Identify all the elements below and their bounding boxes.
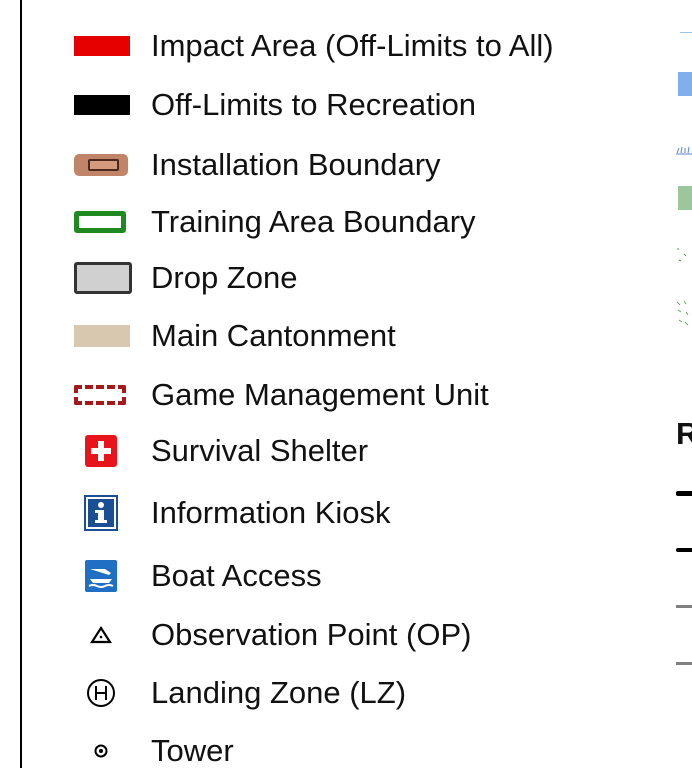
wetland-icon <box>676 142 692 155</box>
water-swatch <box>678 72 692 96</box>
forest-pattern-swatch <box>676 242 692 266</box>
legend-item-training-area-boundary: Training Area Boundary <box>74 197 476 247</box>
legend-item-game-management-unit: Game Management Unit <box>74 370 489 420</box>
legend-label: Main Cantonment <box>151 318 396 353</box>
green-outline-swatch <box>74 202 136 242</box>
dashed-red-outline-swatch <box>74 375 136 415</box>
trail-line-symbol <box>676 605 692 608</box>
legend-label: Information Kiosk <box>151 495 391 530</box>
red-fill-swatch <box>74 26 136 66</box>
scrub-pattern-swatch <box>674 298 692 328</box>
road-line-symbol <box>676 491 692 496</box>
legend-label: Game Management Unit <box>151 377 489 412</box>
legend-item-observation-point: Observation Point (OP) <box>74 610 471 660</box>
legend-label: Survival Shelter <box>151 433 369 468</box>
tower-icon <box>84 734 118 768</box>
vegetation-swatch <box>678 186 692 210</box>
water-line-symbol <box>680 32 692 33</box>
legend-item-installation-boundary: Installation Boundary <box>74 140 441 190</box>
installation-boundary-swatch <box>74 145 136 185</box>
legend-label: Boat Access <box>151 558 322 593</box>
legend-label: Off-Limits to Recreation <box>151 87 477 122</box>
legend-label: Installation Boundary <box>151 147 441 182</box>
gray-box-swatch <box>74 258 136 298</box>
trail-line-symbol <box>676 662 692 665</box>
legend-label: Tower <box>151 733 234 768</box>
legend-label: Training Area Boundary <box>151 204 476 239</box>
legend-item-tower: Tower <box>74 726 234 776</box>
road-line-symbol <box>676 548 692 552</box>
triangle-icon <box>84 618 118 652</box>
legend-item-survival-shelter: Survival Shelter <box>74 426 368 476</box>
legend-item-information-kiosk: Information Kiosk <box>74 488 391 538</box>
boat-access-icon <box>84 559 118 593</box>
adjacent-legend-column-clipped: R <box>672 0 692 768</box>
legend-label: Drop Zone <box>151 260 298 295</box>
black-fill-swatch <box>74 85 136 125</box>
map-legend: Impact Area (Off-Limits to All) Off-Limi… <box>0 0 692 768</box>
legend-item-impact-area: Impact Area (Off-Limits to All) <box>74 21 554 71</box>
legend-label: Landing Zone (LZ) <box>151 675 407 710</box>
legend-item-main-cantonment: Main Cantonment <box>74 311 396 361</box>
legend-item-drop-zone: Drop Zone <box>74 253 297 303</box>
tan-fill-swatch <box>74 316 136 356</box>
legend-item-boat-access: Boat Access <box>74 551 322 601</box>
shelter-cross-icon <box>84 434 118 468</box>
info-icon <box>84 495 118 531</box>
section-heading-fragment: R <box>676 416 692 451</box>
legend-item-off-limits: Off-Limits to Recreation <box>74 80 476 130</box>
legend-label: Impact Area (Off-Limits to All) <box>151 28 554 63</box>
helipad-icon <box>84 676 118 710</box>
legend-label: Observation Point (OP) <box>151 617 472 652</box>
legend-item-landing-zone: Landing Zone (LZ) <box>74 668 406 718</box>
